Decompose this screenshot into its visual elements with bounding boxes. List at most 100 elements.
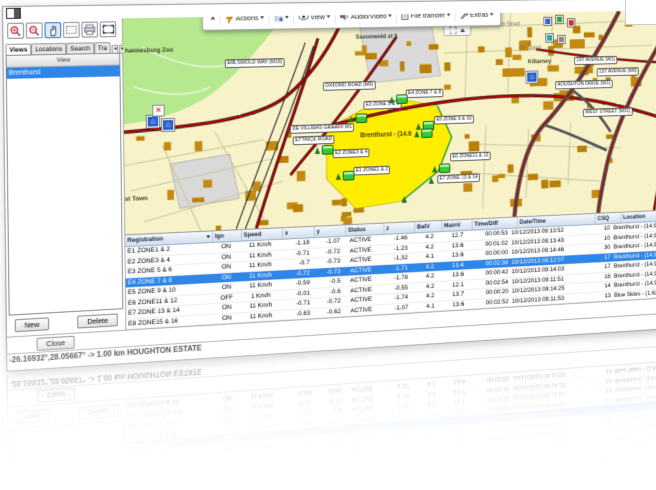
cell-x: -1.18: [280, 238, 311, 249]
close-button[interactable]: Close: [37, 335, 75, 350]
column-label: Status: [348, 224, 366, 235]
column-header-csq[interactable]: CSQ: [596, 213, 622, 224]
house-poi-icon: ⌂: [162, 119, 174, 131]
print-icon: [83, 24, 96, 36]
chevron-down-icon: [490, 12, 493, 15]
tool-zoom-out-button[interactable]: [26, 22, 43, 38]
cell-z: -1.32: [379, 253, 409, 263]
chevron-down-icon: [388, 14, 392, 17]
column-header-ign[interactable]: Ign: [213, 230, 242, 242]
cell-batv: 4.1: [410, 301, 436, 311]
window-body: ViewsLocationsSearchTra ◄ ► View Brenthu…: [3, 10, 656, 336]
application-window-scene: ViewsLocationsSearchTra ◄ ► View Brenthu…: [2, 0, 656, 370]
cell-ign: ON: [212, 252, 240, 263]
column-label: Time/Diff: [474, 218, 498, 229]
map-road-label: ETTRICK ROAD: [293, 135, 335, 145]
map-place-label: hannesburg Zoo: [125, 47, 173, 55]
cell-mainv: 12.1: [436, 280, 466, 291]
column-label: Location: [623, 212, 645, 223]
cell-batv: 4.1: [409, 252, 435, 262]
cell-csq: 30: [587, 243, 612, 253]
application-window: ViewsLocationsSearchTra ◄ ► View Brenthu…: [2, 0, 656, 372]
cell-mainv: 13.6: [435, 241, 465, 251]
expand-icon: [450, 26, 457, 34]
cell-x: -0.72: [281, 268, 312, 279]
chevron-down-icon: [447, 13, 451, 16]
vehicle-marker[interactable]: [439, 163, 450, 173]
vehicle-marker[interactable]: [322, 145, 334, 155]
map-view[interactable]: × Actions View: [123, 10, 656, 235]
tool-pan-button[interactable]: [44, 22, 61, 38]
column-header-mainv[interactable]: MainV: [442, 219, 472, 231]
tree-icon: [336, 173, 341, 180]
house-poi-icon: ⌂: [526, 71, 537, 82]
map-road-label: ERLSWOLD WAY (M16): [225, 58, 285, 68]
column-label: Speed: [243, 229, 261, 240]
column-label: Date/Time: [519, 216, 545, 227]
cell-mainv: 13.7: [436, 290, 466, 301]
cell-x: -0.59: [281, 278, 312, 289]
cell-mainv: 13.4: [436, 260, 466, 270]
cell-mainv: 13.6: [436, 251, 466, 261]
cell-x: -0.01: [281, 288, 312, 299]
cell-csq: 10: [587, 224, 612, 234]
new-button[interactable]: New: [15, 317, 49, 332]
sidebar: ViewsLocationsSearchTra ◄ ► View Brenthu…: [3, 18, 126, 336]
map-place-label: Killarney: [528, 58, 551, 65]
column-header-z[interactable]: z: [384, 222, 415, 234]
cell-batv: 4.2: [410, 282, 436, 292]
cell-ign: ON: [212, 272, 240, 283]
tool-zoom-in-button[interactable]: [7, 23, 24, 39]
cell-csq: 17: [587, 262, 612, 272]
map-road-label: E2 ZONE3 & 4: [333, 148, 370, 158]
column-header-status[interactable]: Status: [346, 224, 384, 236]
tree-icon: [414, 131, 419, 138]
cell-csq: 17: [587, 253, 612, 263]
tree-icon: [432, 166, 437, 173]
column-label: MainV: [444, 220, 461, 231]
cell-batv: 4.2: [409, 262, 435, 272]
vehicle-marker[interactable]: [396, 94, 408, 104]
map-road-label: 1ST AVENUE (M9): [597, 67, 639, 76]
cell-y: -0.6: [312, 287, 343, 298]
vehicle-marker[interactable]: [356, 113, 368, 123]
cell-mainv: 13.6: [436, 270, 466, 280]
cell-batv: 4.2: [410, 272, 436, 282]
tree-icon: [348, 116, 353, 123]
tree-icon: [402, 196, 407, 203]
tool-fit-button[interactable]: [100, 21, 116, 37]
cell-mainv: 12.7: [435, 231, 465, 241]
vehicle-marker[interactable]: [421, 128, 432, 138]
map-poi-icon: [544, 18, 551, 25]
map-road-label: E1 ZONE1 & 2: [353, 166, 390, 176]
cell-csq: 13: [588, 291, 613, 301]
map-road-label: HOUGHTON DRIVE (W1): [555, 80, 612, 90]
column-label: y: [316, 226, 319, 237]
column-header-batv[interactable]: BatV: [415, 221, 442, 233]
map-poi-icon: [556, 16, 563, 23]
cell-batv: 4.2: [409, 232, 435, 242]
cell-x: -0.71: [280, 248, 311, 259]
cell-z: -0.55: [380, 283, 410, 294]
delete-button[interactable]: Delete: [77, 313, 117, 328]
cell-csq: 16: [587, 272, 612, 282]
column-label: x: [285, 228, 288, 239]
tool-select-button[interactable]: [63, 22, 80, 38]
map-road-label: OXFORD ROAD (M9): [323, 81, 376, 91]
column-header-speed[interactable]: Speed: [242, 228, 283, 241]
cell-y: -0.73: [312, 267, 343, 278]
main-area: × Actions View: [123, 10, 656, 329]
column-label: Registration: [127, 234, 163, 246]
tree-icon: [429, 177, 434, 184]
column-header-y[interactable]: y: [315, 225, 347, 237]
vehicle-marker[interactable]: [343, 171, 355, 181]
cell-y: -0.72: [311, 247, 342, 258]
cell-z: -1.74: [380, 293, 410, 304]
cell-y: -1.07: [311, 237, 342, 248]
column-label: CSQ: [597, 213, 609, 224]
column-header-x[interactable]: x: [283, 227, 315, 239]
tree-icon: [389, 97, 394, 104]
collapse-up-icon: [460, 28, 465, 32]
view-list-item[interactable]: Brenthurst: [7, 66, 120, 79]
tool-print-button[interactable]: [81, 22, 98, 38]
